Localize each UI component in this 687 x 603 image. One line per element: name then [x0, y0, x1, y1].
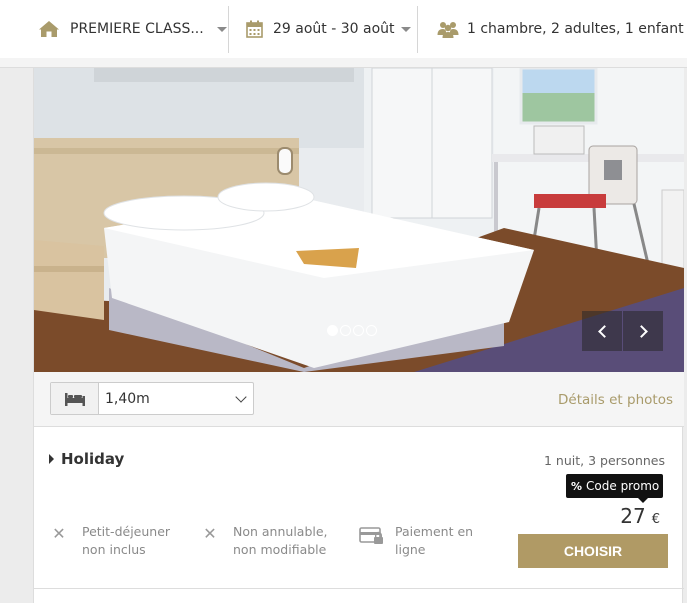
bed-options-row: 1,40m Détails et photos	[34, 372, 684, 427]
stay-summary: 1 nuit, 3 personnes	[544, 453, 665, 468]
feature-payment: Paiement en ligne	[359, 523, 485, 559]
details-photos-link[interactable]: Détails et photos	[558, 392, 673, 408]
percent-icon: %	[571, 479, 583, 493]
guests-selector[interactable]: 1 chambre, 2 adultes, 1 enfant	[437, 0, 687, 58]
dates-label: 29 août - 30 août	[273, 21, 395, 37]
people-icon	[437, 20, 459, 38]
feature-breakfast: ✕ Petit-déjeuner non inclus	[46, 523, 186, 559]
bed-size-select[interactable]: 1,40m	[50, 382, 254, 415]
price-currency: €	[651, 512, 660, 527]
guests-label: 1 chambre, 2 adultes, 1 enfant	[467, 21, 684, 37]
hotel-selector[interactable]: PREMIERE CLASS...	[38, 0, 227, 58]
feature-text: Petit-déjeuner non inclus	[82, 524, 171, 557]
search-summary-bar: PREMIERE CLASS... 29 août - 30 août 1 ch…	[0, 0, 687, 58]
bed-size-text: 1,40m	[105, 390, 150, 407]
feature-text: Non annulable, non modifiable	[233, 524, 328, 557]
dates-selector[interactable]: 29 août - 30 août	[246, 0, 411, 58]
chevron-down-icon	[235, 390, 247, 403]
home-icon	[38, 20, 60, 38]
calendar-icon	[246, 20, 263, 38]
chevron-down-icon	[400, 26, 411, 32]
room-photo	[34, 68, 684, 372]
choose-button[interactable]: CHOISIR	[518, 534, 668, 568]
caret-right-icon	[49, 454, 54, 464]
x-icon: ✕	[52, 524, 66, 543]
divider	[34, 588, 684, 589]
header-shadow	[0, 58, 687, 68]
room-card: 1,40m Détails et photos Holiday 1 nuit, …	[33, 68, 684, 603]
chevron-right-icon	[634, 324, 648, 338]
carousel-dot[interactable]	[340, 325, 351, 336]
feature-cancellation: ✕ Non annulable, non modifiable	[197, 523, 337, 559]
bed-size-value: 1,40m	[99, 383, 253, 414]
x-icon: ✕	[203, 524, 217, 543]
promo-code-badge: % Code promo	[566, 474, 663, 503]
card-lock-icon	[359, 523, 385, 559]
price: 27 €	[620, 504, 660, 528]
bed-icon	[51, 383, 99, 414]
chevron-left-icon	[597, 324, 611, 338]
carousel-dot[interactable]	[327, 325, 338, 336]
feature-text: Paiement en ligne	[395, 524, 474, 557]
divider	[417, 6, 418, 53]
promo-label: Code promo	[586, 479, 660, 493]
carousel-prev-button[interactable]	[582, 311, 622, 351]
left-gutter	[0, 68, 33, 603]
carousel-dot[interactable]	[353, 325, 364, 336]
carousel-dots	[327, 325, 377, 336]
rate-toggle[interactable]: Holiday	[49, 450, 124, 468]
price-value: 27	[620, 504, 646, 528]
chevron-down-icon	[216, 26, 227, 32]
hotel-name: PREMIERE CLASS...	[70, 21, 204, 37]
carousel-next-button[interactable]	[623, 311, 663, 351]
rate-name: Holiday	[61, 450, 125, 468]
carousel-dot[interactable]	[366, 325, 377, 336]
divider	[228, 6, 229, 53]
